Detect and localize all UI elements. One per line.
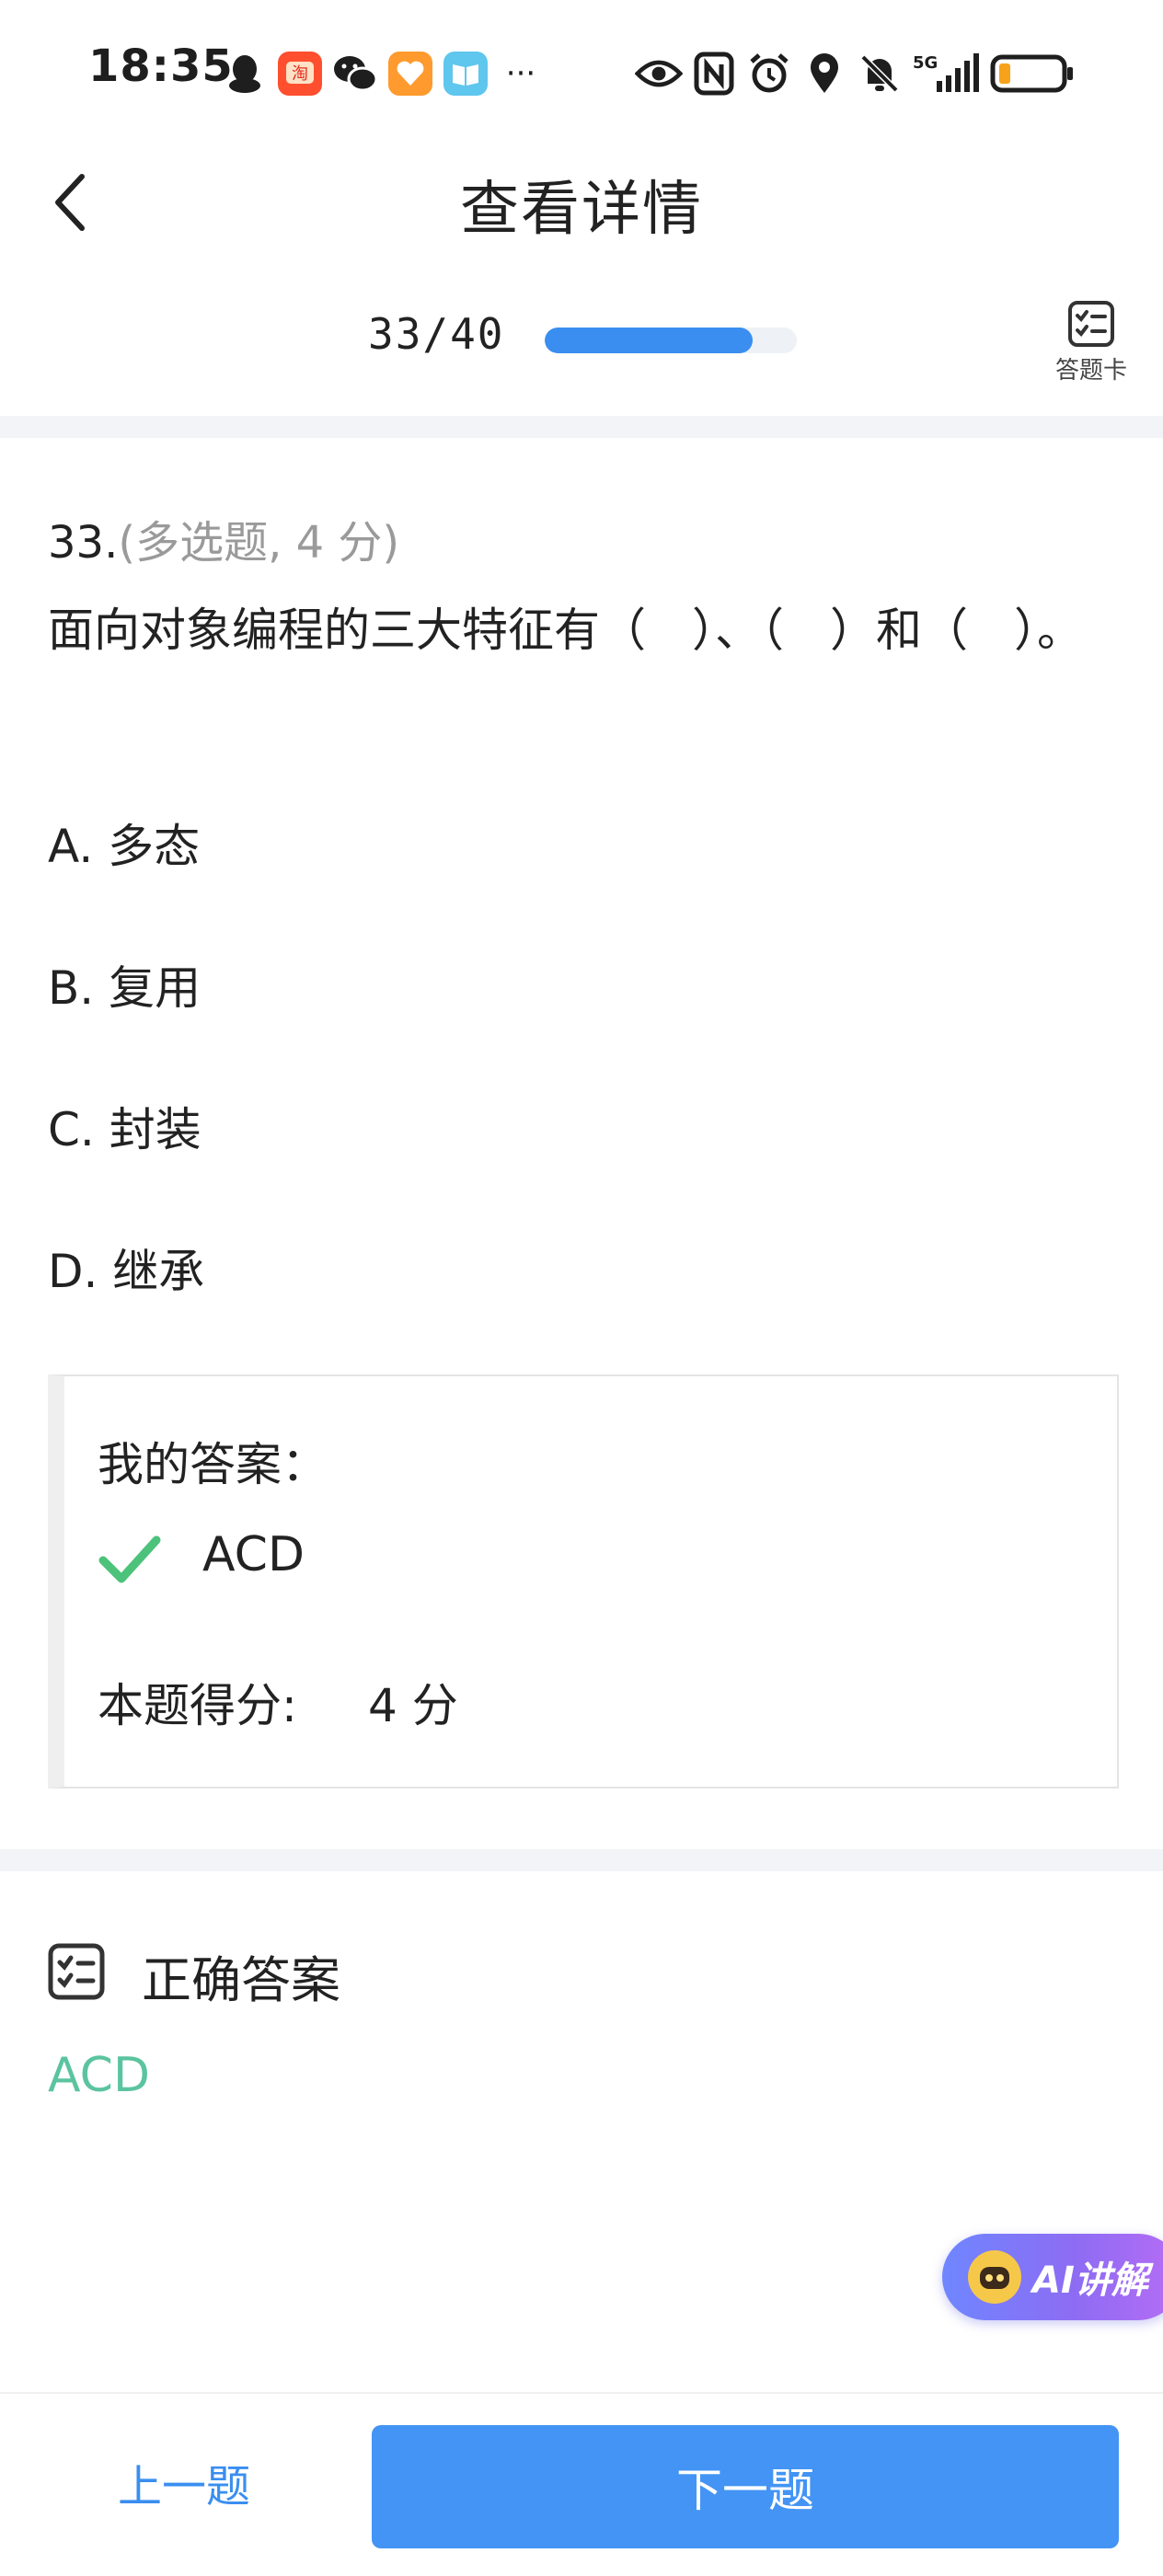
option-b: B. 复用 xyxy=(48,961,202,1015)
bottom-navigation: 上一题 下一题 xyxy=(0,2392,1163,2576)
progress-bar-fill xyxy=(545,328,754,353)
robot-icon xyxy=(968,2250,1021,2304)
qq-icon xyxy=(221,50,269,98)
svg-text:淘: 淘 xyxy=(292,64,308,84)
alarm-icon xyxy=(745,50,793,98)
progress-bar xyxy=(545,328,797,353)
nfc-icon xyxy=(690,50,738,98)
previous-question-button[interactable]: 上一题 xyxy=(55,2427,313,2537)
health-app-icon xyxy=(386,50,434,98)
answer-card-label: 答题卡 xyxy=(1054,357,1127,385)
question-counter: 33/40 xyxy=(368,309,505,359)
section-divider xyxy=(0,1849,1163,1871)
question-header: 33.(多选题, 4 分) xyxy=(48,506,399,570)
section-divider xyxy=(0,416,1163,438)
reader-app-icon xyxy=(442,50,489,98)
taobao-icon: 淘 xyxy=(276,50,324,98)
my-answer-panel: 我的答案： ACD 本题得分: 4 分 xyxy=(48,1374,1119,1788)
signal-5g-icon: 5G xyxy=(911,50,981,98)
location-icon xyxy=(800,50,848,98)
checklist-icon xyxy=(48,1943,105,2000)
my-answer-label: 我的答案： xyxy=(98,1438,328,1491)
score-label: 本题得分: xyxy=(98,1679,297,1732)
status-bar: 18:35 淘 ··· 5G xyxy=(0,0,1163,147)
answer-card-button[interactable]: 答题卡 xyxy=(1040,300,1143,401)
option-d: D. 继承 xyxy=(48,1245,205,1298)
mute-bell-icon xyxy=(856,50,904,98)
option-a: A. 多态 xyxy=(48,820,201,873)
correct-check-icon xyxy=(98,1535,161,1583)
battery-icon xyxy=(988,50,1077,98)
correct-answer-value: ACD xyxy=(48,2048,151,2103)
question-text: 面向对象编程的三大特征有（ ）、（ ）和（ ）。 xyxy=(48,604,1083,657)
system-icons: 5G xyxy=(635,46,1077,101)
my-answer-value: ACD xyxy=(202,1527,305,1582)
ai-explain-label: AI讲解 xyxy=(1032,2260,1148,2302)
more-dots-icon: ··· xyxy=(505,55,536,92)
checklist-icon xyxy=(1068,301,1114,347)
score-value: 4 分 xyxy=(368,1679,458,1732)
correct-answer-label: 正确答案 xyxy=(142,1951,340,2009)
status-time: 18:35 xyxy=(88,40,234,92)
next-question-button[interactable]: 下一题 xyxy=(372,2425,1119,2548)
wechat-icon xyxy=(331,50,379,98)
svg-text:5G: 5G xyxy=(913,53,938,73)
eye-icon xyxy=(635,50,683,98)
question-type-score: (多选题, 4 分) xyxy=(118,517,400,569)
ai-explain-button[interactable]: AI讲解 xyxy=(942,2234,1163,2320)
notification-icons: 淘 ··· xyxy=(221,46,545,101)
option-c: C. 封装 xyxy=(48,1103,202,1156)
question-number: 33. xyxy=(48,517,119,569)
page-title: 查看详情 xyxy=(460,176,703,244)
